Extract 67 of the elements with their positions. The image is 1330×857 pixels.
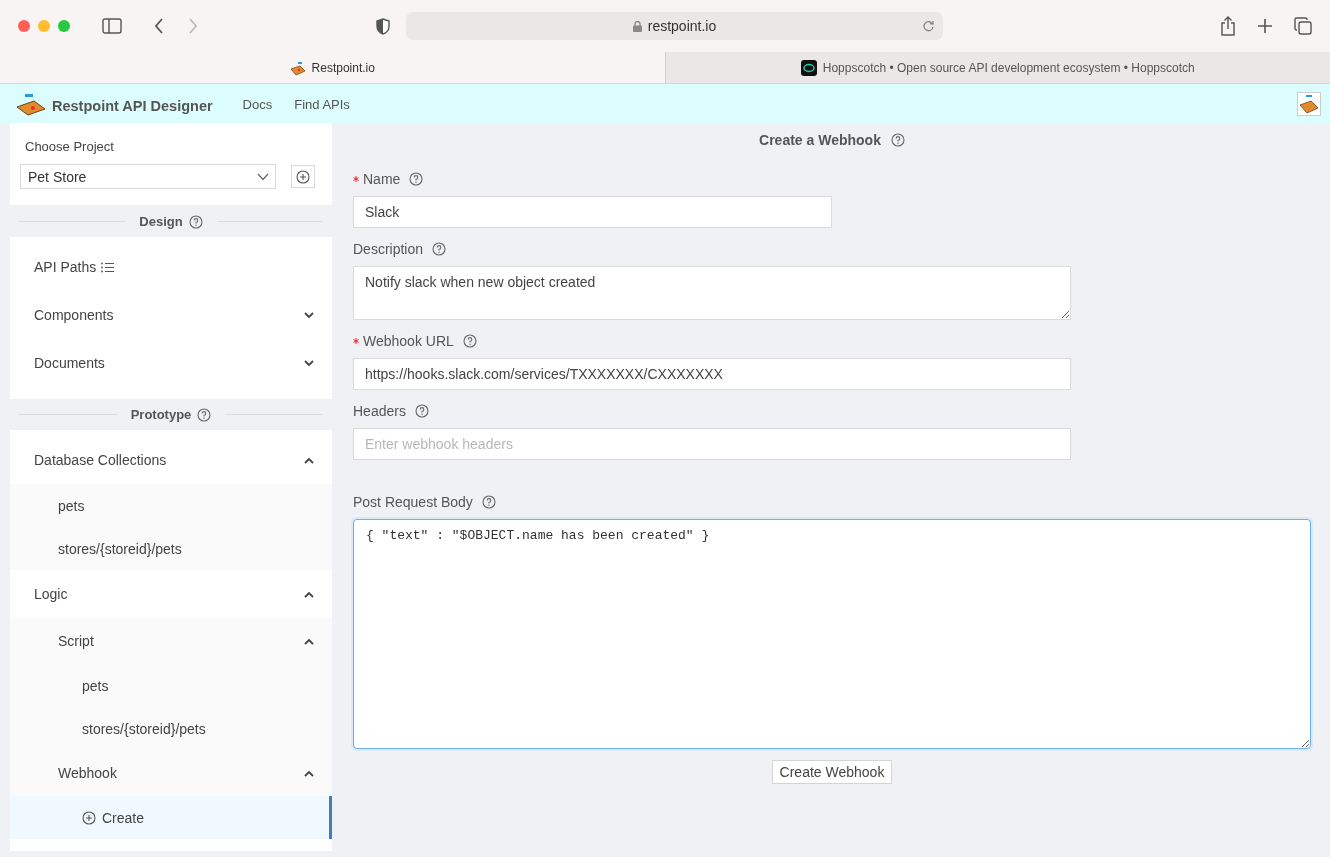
menu-item[interactable]: Logic xyxy=(10,570,332,618)
input-field[interactable]: Enter webhook headers xyxy=(353,428,1071,460)
help-icon[interactable] xyxy=(890,133,905,147)
add-project-button[interactable] xyxy=(291,165,315,188)
chevron-up-icon xyxy=(304,590,314,598)
field-label: Headers xyxy=(353,403,406,419)
create-webhook-button[interactable]: Create Webhook xyxy=(771,760,893,784)
back-icon[interactable] xyxy=(154,18,164,34)
menu-item[interactable]: Components xyxy=(10,291,332,339)
menu-item[interactable]: API Paths xyxy=(10,243,332,291)
field-label: Post Request Body xyxy=(353,494,473,510)
chevron-down-icon xyxy=(257,172,269,181)
app-title[interactable]: Restpoint API Designer xyxy=(52,93,213,114)
browser-tab[interactable]: Restpoint.io xyxy=(0,52,665,83)
menu-item[interactable]: Documents xyxy=(10,339,332,387)
help-icon[interactable] xyxy=(414,404,429,418)
board-icon xyxy=(289,59,306,76)
help-icon[interactable] xyxy=(188,214,203,229)
input-field[interactable]: Slack xyxy=(353,196,832,228)
menu-item[interactable]: Create xyxy=(10,796,332,839)
chevron-down-icon xyxy=(304,359,314,367)
address-bar[interactable]: restpoint.io xyxy=(406,12,943,40)
new-tab-icon[interactable] xyxy=(1258,19,1272,33)
help-icon[interactable] xyxy=(409,172,424,186)
sidebar-icon[interactable] xyxy=(102,18,122,34)
list-icon xyxy=(101,261,115,273)
menu-item[interactable]: pets xyxy=(10,484,332,527)
menu-item[interactable]: stores/{storeid}/pets xyxy=(10,707,332,750)
reload-icon[interactable] xyxy=(922,20,935,33)
menu-item[interactable]: Database Collections xyxy=(10,436,332,484)
lock-icon xyxy=(632,20,642,32)
logo-icon xyxy=(16,91,46,116)
tabs-overview-icon[interactable] xyxy=(1294,17,1312,35)
help-icon[interactable] xyxy=(432,242,447,256)
field-label: Webhook URL xyxy=(363,333,454,349)
chevron-up-icon xyxy=(304,769,314,777)
project-select[interactable]: Pet Store xyxy=(20,164,276,189)
field-label: Description xyxy=(353,241,424,257)
chevron-down-icon xyxy=(304,311,314,319)
board-icon[interactable] xyxy=(1297,91,1321,116)
text-area[interactable]: Notify slack when new object created xyxy=(353,266,1071,320)
section-heading: Design xyxy=(139,214,183,229)
form-title: Create a Webhook xyxy=(759,132,881,148)
help-icon[interactable] xyxy=(462,334,477,348)
plus-circle-icon xyxy=(82,810,96,825)
nav-link[interactable]: Find APIs xyxy=(294,95,350,112)
close-window-button[interactable] xyxy=(18,20,30,32)
nav-link[interactable]: Docs xyxy=(242,95,273,112)
help-icon[interactable] xyxy=(197,407,212,422)
menu-item[interactable]: Script xyxy=(10,618,332,664)
chevron-up-icon xyxy=(304,456,314,464)
code-editor[interactable]: { "text" : "$OBJECT.name has been created" } xyxy=(353,519,1311,749)
help-icon[interactable] xyxy=(481,495,496,509)
menu-item[interactable]: Webhook xyxy=(10,750,332,796)
chevron-up-icon xyxy=(304,637,314,645)
field-label: Choose Project xyxy=(25,139,115,154)
plus-circle-icon xyxy=(296,169,310,184)
url-text: restpoint.io xyxy=(647,18,717,34)
shield-icon[interactable] xyxy=(376,17,390,35)
browser-tab[interactable]: Hoppscotch • Open source API development ecosystem • Hoppscotch xyxy=(664,52,1330,83)
app-tile-icon xyxy=(800,59,817,76)
menu-item[interactable]: pets xyxy=(10,664,332,707)
section-heading: Prototype xyxy=(130,407,192,422)
input-field[interactable]: https://hooks.slack.com/services/TXXXXXXX/CXXXXXXX xyxy=(353,358,1071,390)
share-icon[interactable] xyxy=(1220,16,1236,36)
field-label: Name xyxy=(363,171,401,187)
menu-item[interactable]: stores/{storeid}/pets xyxy=(10,527,332,570)
